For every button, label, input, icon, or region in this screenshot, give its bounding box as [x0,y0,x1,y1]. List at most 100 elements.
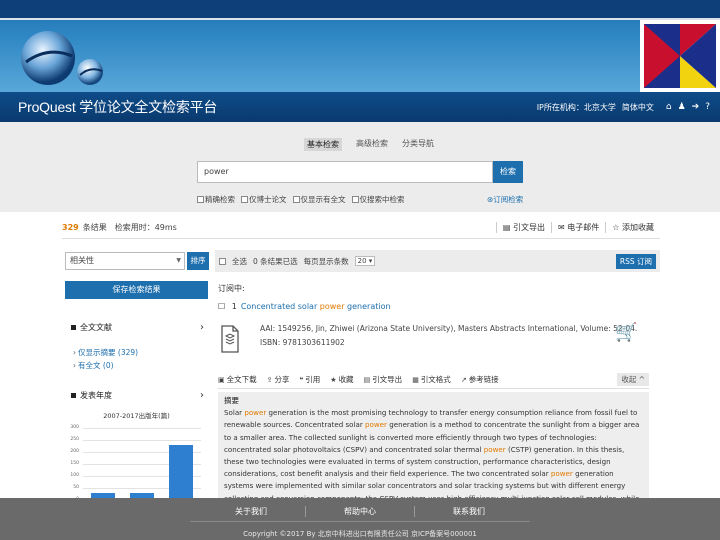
rss-subscribe-button[interactable]: RSS 订阅 [615,253,656,269]
chevron-down-icon: ▼ [176,257,181,264]
facet-title: 发表年度 [80,390,112,400]
per-page-label: 每页显示条数 [303,256,349,266]
tool-reference-link[interactable]: ↗ 参考链接 [461,374,499,385]
sort-button[interactable]: 排序 [187,252,209,270]
email-button[interactable]: ✉ 电子邮件 [551,222,605,233]
facet-fulltext[interactable]: 全文文献 › [65,319,208,335]
result-checkbox[interactable]: ☐ [218,302,228,311]
star-icon: ☆ [612,223,622,232]
export-icon: ▤ [363,375,371,384]
result-actions: ▤ 引文导出 ✉ 电子邮件 ☆ 添加收藏 [495,222,660,233]
tab-advanced-search[interactable]: 高级检索 [356,138,388,151]
filter-exact[interactable]: 精确检索 [197,194,235,205]
tool-cite[interactable]: ❝ 引用 [300,374,321,385]
result-count: 329 [62,223,79,232]
tab-category-nav[interactable]: 分类导航 [402,138,434,151]
checkbox[interactable] [292,196,300,203]
chart-bar[interactable] [169,444,194,500]
chart-title: 2007-2017出版年(篇) [103,412,170,420]
footer-divider [190,521,530,522]
search-input[interactable]: power [197,161,493,183]
filter-fulltext[interactable]: 仅显示有全文 [292,194,346,205]
subscribe-search-link[interactable]: ⊛订阅检索 [487,194,523,205]
abstract-highlight: power [550,469,573,479]
quote-icon: ❝ [299,375,304,384]
footer-link-help[interactable]: 帮助中心 [305,506,414,517]
user-icon[interactable]: ♟ [678,102,686,112]
tool-share[interactable]: ⇪ 分享 [267,374,290,385]
nav-icons: ⌂ ♟ ➔ ? [666,102,710,112]
y-tick-label: 150 [70,461,79,466]
per-page-select[interactable]: 20 ▾ [354,256,376,266]
select-all-checkbox[interactable] [219,257,226,265]
abstract-highlight: power [365,420,387,430]
bullet-icon [71,392,76,398]
selection-bar: 全选 0 条结果已选 每页显示条数 20 ▾ RSS 订阅 [215,250,660,272]
banner-strip [0,0,720,20]
facet-item-abstract-only[interactable]: › 仅显示摘要 (329) [73,347,138,358]
tool-fulltext-download[interactable]: ▣ 全文下载 [218,374,257,385]
mail-icon: ✉ [558,223,568,232]
search-button[interactable]: 检索 [493,161,523,183]
sort-select[interactable]: 相关性 ▼ [65,252,185,270]
tool-favorite[interactable]: ★ 收藏 [330,374,353,385]
footer: 关于我们 帮助中心 联系我们 Copyright ©2017 By 北京中科进出… [0,498,720,540]
share-icon: ⇪ [266,375,273,384]
checkbox[interactable] [351,196,359,203]
facet-pub-year[interactable]: 发表年度 › [65,387,208,403]
checkbox[interactable] [197,196,204,203]
nav-bar: ProQuest 学位论文全文检索平台 IP所在机构：北京大学 简体中文 ⌂ ♟… [0,92,720,122]
y-tick-label: 300 [70,425,79,430]
top-banner [0,0,720,92]
document-icon [221,325,239,353]
cart-icon[interactable]: 🛒 [615,322,637,343]
pub-year-chart: 2007-2017出版年(篇) 300250200150100500 [65,408,208,502]
home-icon[interactable]: ⌂ [666,102,672,112]
footer-copyright: Copyright ©2017 By 北京中科进出口有限责任公司 京ICP备案号… [243,530,477,538]
disk-icon: ▣ [218,375,225,384]
logout-icon[interactable]: ➔ [692,102,700,112]
footer-link-about[interactable]: 关于我们 [197,506,305,517]
result-tools: ▣ 全文下载 ⇪ 分享 ❝ 引用 ★ 收藏 ▤ 引文导出 ▦ 引文格式 ↗ 参考链接 收起 ^ [218,371,649,389]
help-icon[interactable]: ? [705,102,710,112]
brand-title[interactable]: ProQuest 学位论文全文检索平台 [18,97,217,117]
abstract-text: Solar power generation is the most promi… [224,408,639,500]
link-icon: ↗ [460,375,467,384]
list-icon: ▤ [502,223,514,232]
chevron-right-icon: › [200,389,204,401]
page: ProQuest 学位论文全文检索平台 IP所在机构：北京大学 简体中文 ⌂ ♟… [0,0,720,540]
footer-link-contact[interactable]: 联系我们 [414,506,523,517]
tool-export[interactable]: ▤ 引文导出 [364,374,403,385]
result-path: 订阅中: [218,284,245,293]
institution-label: IP所在机构：北京大学 [536,102,616,112]
time-value: 49ms [154,223,177,232]
collapse-button[interactable]: 收起 ^ [617,373,649,386]
checkbox[interactable] [241,196,248,203]
nav-right: IP所在机构：北京大学 简体中文 ⌂ ♟ ➔ ? [537,102,710,113]
result-abstract: 摘要 Solar power generation is the most pr… [218,392,649,500]
tab-basic-search[interactable]: 基本检索 [304,138,342,151]
tool-citation-format[interactable]: ▦ 引文格式 [412,374,451,385]
result-meta-author: AAI: 1549256, Jin, Zhiwei (Arizona State… [260,324,638,333]
y-tick-label: 50 [73,485,79,490]
filter-doctoral[interactable]: 仅博士论文 [241,194,287,205]
result-count-label: 条结果 [82,223,107,232]
globe-logo-icon [21,31,103,85]
language-switch[interactable]: 简体中文 [622,102,654,113]
export-citation-button[interactable]: ▤ 引文导出 [495,222,551,233]
save-results-button[interactable]: 保存检索结果 [65,281,208,299]
abstract-segment: Solar [224,408,245,418]
add-favorite-button[interactable]: ☆ 添加收藏 [605,222,660,233]
facet-item-fulltext[interactable]: › 有全文 (0) [73,360,114,371]
search-area: 基本检索 高级检索 分类导航 power 检索 精确检索 仅博士论文 仅显示有全… [0,122,720,212]
results-header: 329 条结果 检索用时： 49ms ▤ 引文导出 ✉ 电子邮件 ☆ 添加收藏 [62,217,660,239]
grid-line [83,440,201,441]
search-tabs: 基本检索 高级检索 分类导航 [304,138,434,151]
bullet-icon [71,324,76,330]
search-filters: 精确检索 仅博士论文 仅显示有全文 仅搜索中检索 [197,194,405,205]
result-title-link[interactable]: ☐ 1 Concentrated solar power generation [218,302,391,311]
filter-within[interactable]: 仅搜索中检索 [351,194,405,205]
selected-count: 0 条结果已选 [253,256,298,266]
y-tick-label: 250 [70,437,79,442]
result-index: 1 [231,302,237,311]
